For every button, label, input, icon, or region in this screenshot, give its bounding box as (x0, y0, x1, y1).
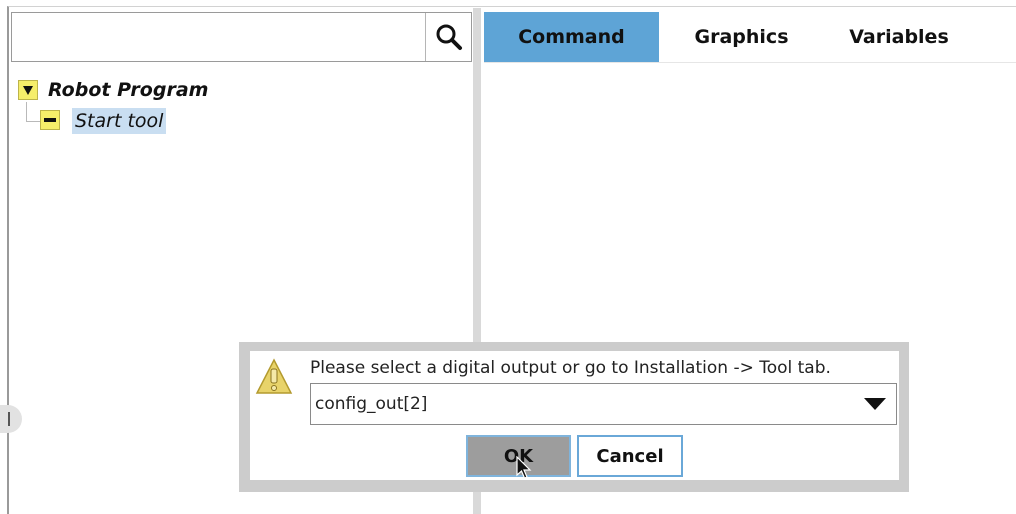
tab-graphics[interactable]: Graphics (659, 12, 824, 62)
search-bar (11, 12, 472, 62)
dialog-body: Please select a digital output or go to … (250, 351, 899, 480)
mouse-pointer-icon (516, 456, 532, 479)
warning-triangle-icon (255, 358, 293, 394)
search-button[interactable] (425, 13, 471, 61)
tree-connector (26, 102, 27, 122)
select-value: config_out[2] (315, 394, 428, 414)
tab-command[interactable]: Command (484, 12, 659, 62)
digital-output-select[interactable]: config_out[2] (310, 383, 897, 425)
tree-connector (26, 121, 40, 122)
tab-bar: Command Graphics Variables (484, 12, 1016, 62)
tree-root-label: Robot Program (48, 79, 209, 101)
tab-variables[interactable]: Variables (824, 12, 974, 62)
output-select-dialog: Please select a digital output or go to … (239, 342, 909, 492)
minus-node-icon (40, 110, 60, 130)
triangle-down-icon (23, 86, 33, 95)
tab-baseline (484, 62, 1016, 63)
collapse-toggle[interactable] (18, 80, 38, 100)
search-input[interactable] (12, 13, 426, 61)
caret-down-icon (864, 398, 886, 410)
tree-item-start-tool[interactable]: Start tool (72, 108, 167, 134)
dialog-message: Please select a digital output or go to … (310, 358, 831, 378)
cancel-button[interactable]: Cancel (577, 435, 683, 477)
search-icon (436, 24, 462, 50)
